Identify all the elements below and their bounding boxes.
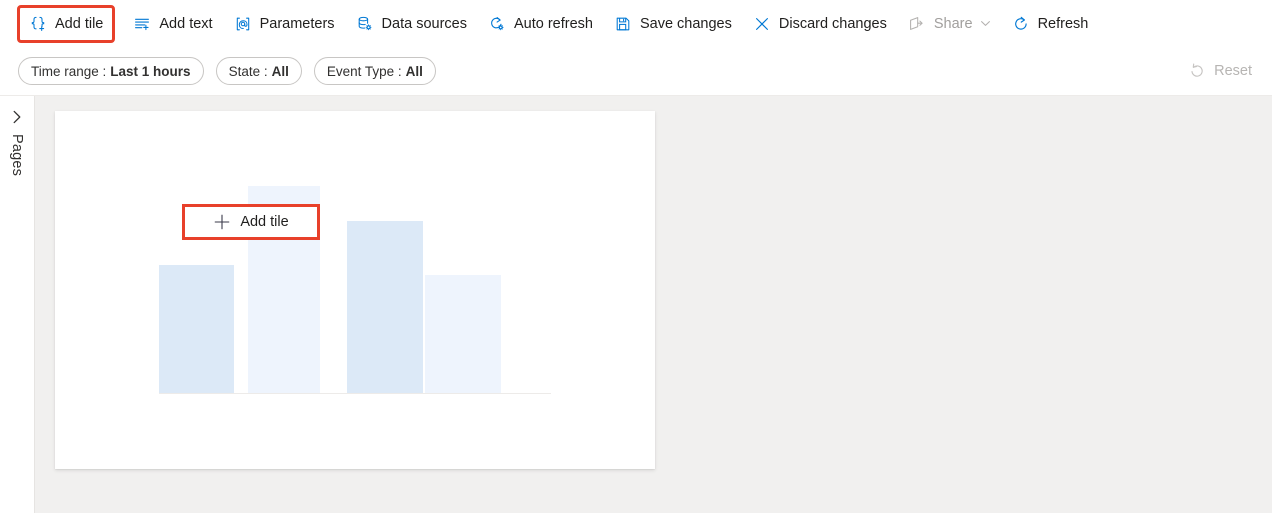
filter-pill-event-type[interactable]: Event Type : All <box>313 57 436 85</box>
dashboard-canvas: Add tile <box>35 96 1272 513</box>
data-sources-command[interactable]: Data sources <box>347 8 476 40</box>
add-tile-button-label: Add tile <box>240 214 289 230</box>
refresh-icon <box>1012 15 1030 33</box>
discard-changes-command[interactable]: Discard changes <box>744 8 896 40</box>
command-toolbar: Add tile Add text Parameters Data source… <box>0 0 1272 47</box>
parameters-command-label: Parameters <box>259 15 335 32</box>
braces-plus-icon <box>29 15 47 33</box>
plus-icon <box>213 213 231 231</box>
chevron-right-icon[interactable] <box>8 108 26 126</box>
at-brackets-icon <box>234 15 252 33</box>
undo-icon <box>1188 62 1206 80</box>
parameters-command[interactable]: Parameters <box>225 8 344 40</box>
placeholder-bar-4 <box>425 275 501 393</box>
refresh-gear-icon <box>488 15 506 33</box>
chevron-down-icon <box>980 18 991 29</box>
save-changes-command[interactable]: Save changes <box>605 8 741 40</box>
share-command[interactable]: Share <box>899 8 1000 40</box>
filter-pill-time-range-value: Last 1 hours <box>110 63 191 79</box>
add-tile-command[interactable]: Add tile <box>16 4 116 43</box>
empty-tile-card: Add tile <box>55 111 655 469</box>
share-command-label: Share <box>933 15 973 32</box>
placeholder-bar-1 <box>159 265 234 393</box>
dashboard-body: Pages Add tile <box>0 96 1272 513</box>
filter-pill-state[interactable]: State : All <box>215 57 302 85</box>
add-text-command[interactable]: Add text <box>124 8 221 40</box>
filter-bar: Time range : Last 1 hours State : All Ev… <box>0 47 1272 96</box>
placeholder-bar-3 <box>347 221 423 393</box>
refresh-command-label: Refresh <box>1037 15 1089 32</box>
refresh-command[interactable]: Refresh <box>1003 8 1098 40</box>
filter-pill-event-type-key: Event Type : <box>326 63 402 79</box>
auto-refresh-command-label: Auto refresh <box>513 15 593 32</box>
reset-filters-label: Reset <box>1214 63 1252 79</box>
filter-pill-event-type-value: All <box>405 63 423 79</box>
save-icon <box>614 15 632 33</box>
share-icon <box>908 15 926 33</box>
add-tile-command-label: Add tile <box>55 15 104 32</box>
database-gear-icon <box>356 15 374 33</box>
filter-pill-time-range-key: Time range : <box>31 63 107 79</box>
add-tile-button[interactable]: Add tile <box>182 204 320 240</box>
close-x-icon <box>753 15 771 33</box>
pages-rail[interactable]: Pages <box>0 96 35 513</box>
filter-pill-time-range[interactable]: Time range : Last 1 hours <box>18 57 204 85</box>
add-text-command-label: Add text <box>159 15 213 32</box>
data-sources-command-label: Data sources <box>381 15 467 32</box>
filter-pill-state-key: State : <box>228 63 268 79</box>
text-lines-plus-icon <box>133 15 151 33</box>
discard-changes-command-label: Discard changes <box>778 15 887 32</box>
reset-filters-button[interactable]: Reset <box>1184 56 1256 86</box>
filter-pill-state-value: All <box>271 63 289 79</box>
save-changes-command-label: Save changes <box>639 15 732 32</box>
auto-refresh-command[interactable]: Auto refresh <box>479 8 602 40</box>
pages-rail-label: Pages <box>9 134 25 177</box>
